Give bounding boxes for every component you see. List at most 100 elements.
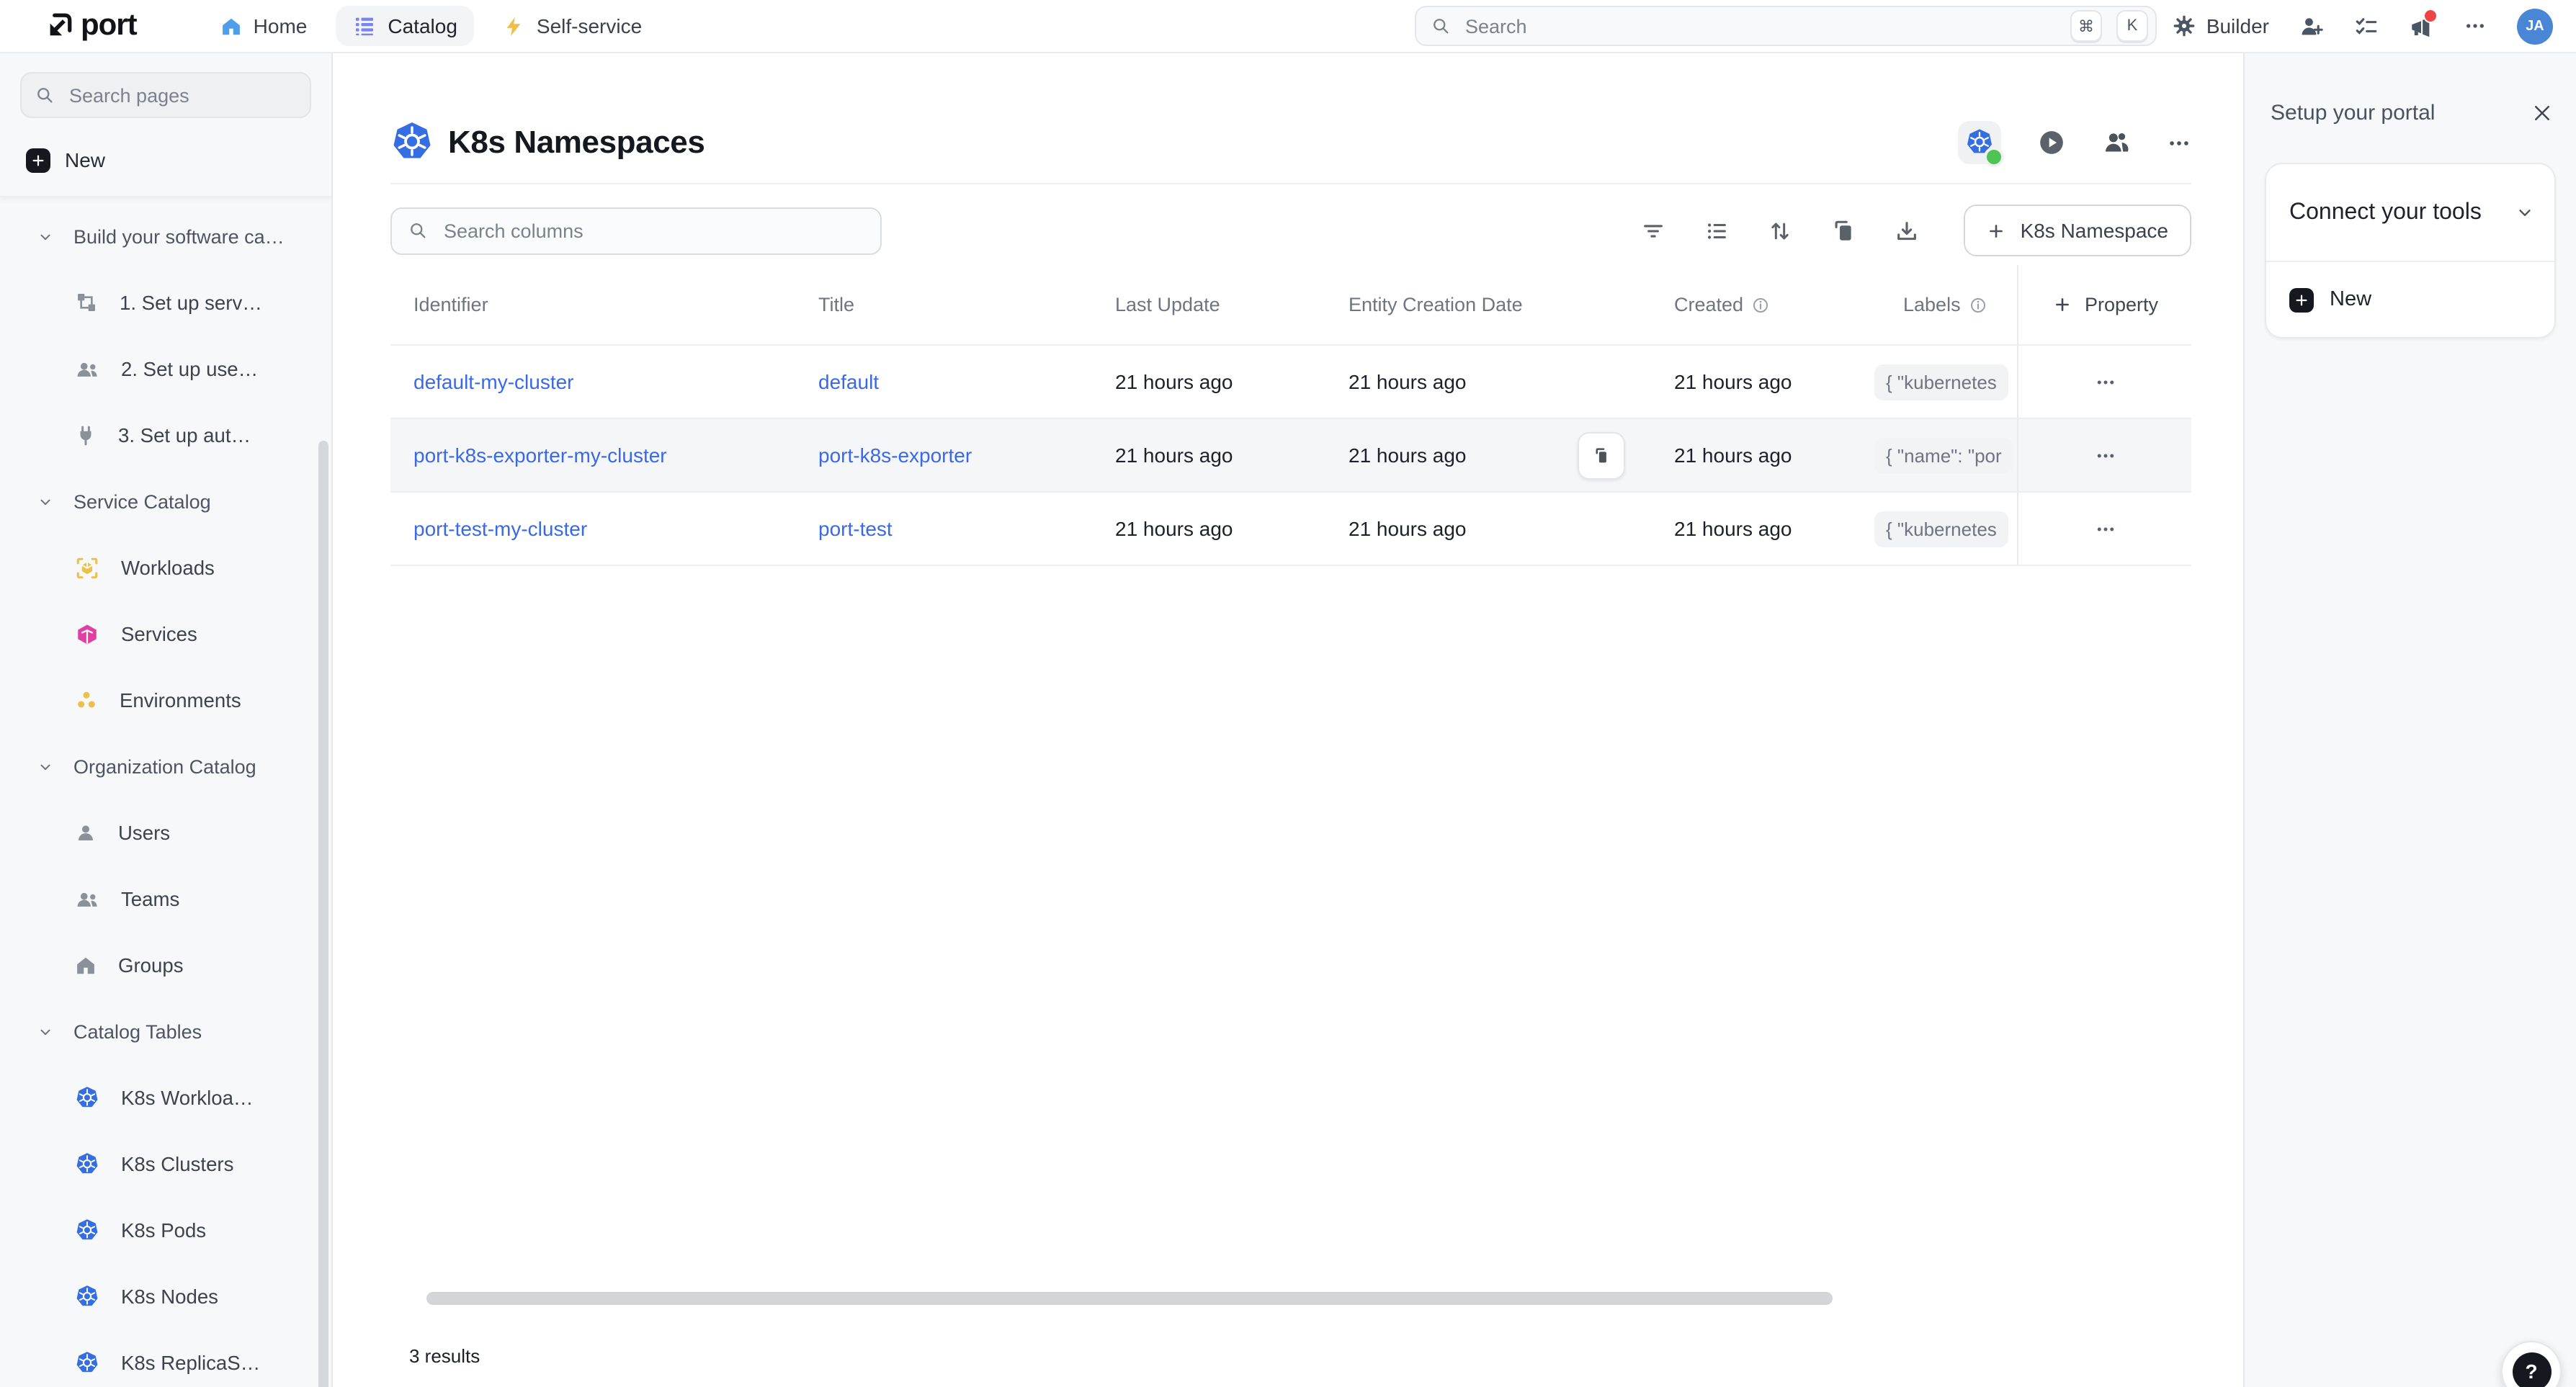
copy-value-button[interactable] [1578,432,1625,480]
chevron-down-icon [37,758,53,774]
house-icon [75,954,97,976]
table-row[interactable]: port-k8s-exporter-my-cluster port-k8s-ex… [390,418,2191,491]
gear-icon [2173,14,2196,37]
port-logo[interactable]: port [43,9,137,43]
notification-dot [2423,8,2438,22]
page-menu-button[interactable] [2167,130,2191,155]
user-avatar[interactable]: JA [2517,8,2553,44]
invite-user-button[interactable] [2299,14,2324,38]
sidebar-new-button[interactable]: New [20,138,311,181]
labels-badge[interactable]: { "kubernetes [1874,511,2008,547]
sidebar-item-set-up-service-catalog[interactable]: 1. Set up serv… [0,269,331,336]
column-header-title[interactable]: Title [818,265,1115,344]
top-navbar: port Home Catalog [0,0,2576,53]
panel-new-label: New [2330,288,2371,311]
row-menu-button[interactable] [2085,362,2124,401]
identifier-link[interactable]: port-k8s-exporter-my-cluster [413,444,667,467]
sidebar-item-k8s-clusters[interactable]: K8s Clusters [0,1131,331,1197]
identifier-link[interactable]: port-test-my-cluster [413,517,587,540]
sidebar-group-service-catalog[interactable]: Service Catalog [0,468,331,534]
filter-button[interactable] [1642,218,1666,243]
tasks-button[interactable] [2354,14,2379,38]
sidebar-group-organization-catalog[interactable]: Organization Catalog [0,733,331,799]
table-row[interactable]: port-test-my-cluster port-test 21 hours … [390,491,2191,566]
tab-catalog[interactable]: Catalog [336,6,475,46]
kubernetes-icon [75,1085,99,1110]
tab-self-service[interactable]: Self-service [486,6,659,46]
sidebar-item-workloads[interactable]: Workloads [0,534,331,601]
kubernetes-icon [75,1218,99,1242]
sidebar-item-k8s-nodes[interactable]: K8s Nodes [0,1263,331,1329]
title-link[interactable]: default [818,370,879,393]
global-search[interactable]: ⌘ K [1415,6,2157,46]
sidebar-scrollbar[interactable] [318,441,328,1387]
sidebar-item-k8s-replicasets[interactable]: K8s ReplicaS… [0,1329,331,1387]
sidebar-item-set-up-automations[interactable]: 3. Set up aut… [0,402,331,468]
sidebar: New Build your software catal… 1. Set up… [0,52,333,1387]
table-row[interactable]: default-my-cluster default 21 hours ago … [390,344,2191,418]
chevron-down-icon [37,1023,53,1039]
sidebar-item-environments[interactable]: Environments [0,667,331,733]
plus-icon [26,148,50,172]
sidebar-item-label: 2. Set up use… [121,358,258,380]
lightning-icon [504,15,525,37]
sidebar-item-k8s-workloads[interactable]: K8s Workloa… [0,1064,331,1131]
connect-your-tools-accordion[interactable]: Connect your tools [2266,164,2554,262]
sidebar-item-groups[interactable]: Groups [0,932,331,998]
add-k8s-namespace-button[interactable]: K8s Namespace [1964,205,2191,256]
home-icon [220,15,242,37]
search-columns-input[interactable] [441,218,864,243]
plus-icon [2289,287,2314,312]
labels-badge[interactable]: { "kubernetes [1874,364,2008,400]
announcements-button[interactable] [2409,14,2433,38]
sidebar-item-set-up-users[interactable]: 2. Set up use… [0,336,331,402]
sort-button[interactable] [1768,218,1793,243]
divider [390,183,2191,184]
sidebar-search[interactable] [20,72,311,118]
copy-view-button[interactable] [1832,218,1856,243]
sidebar-group-build-your-software-catalog[interactable]: Build your software catal… [0,203,331,269]
sidebar-item-teams[interactable]: Teams [0,866,331,932]
ellipsis-icon [2464,14,2487,37]
column-header-identifier[interactable]: Identifier [390,265,818,344]
global-search-input[interactable] [1462,14,2056,38]
title-link[interactable]: port-test [818,517,893,540]
horizontal-scrollbar[interactable] [426,1292,1833,1305]
play-button[interactable] [2037,128,2066,157]
sidebar-search-input[interactable] [66,83,297,107]
audience-button[interactable] [2102,128,2131,157]
tab-home[interactable]: Home [203,6,325,46]
column-header-last-update[interactable]: Last Update [1115,265,1344,344]
row-menu-button[interactable] [2085,436,2124,475]
title-link[interactable]: port-k8s-exporter [818,444,972,467]
sidebar-item-k8s-pods[interactable]: K8s Pods [0,1197,331,1263]
labels-badge[interactable]: { "name": "por [1874,437,2013,473]
sidebar-group-catalog-tables[interactable]: Catalog Tables [0,998,331,1064]
question-mark-icon: ? [2512,1352,2551,1387]
sidebar-item-services[interactable]: Services [0,601,331,667]
row-menu-button[interactable] [2085,509,2124,548]
builder-label: Builder [2206,14,2269,37]
sidebar-item-label: Groups [118,954,184,976]
download-button[interactable] [1895,218,1920,243]
identifier-link[interactable]: default-my-cluster [413,370,574,393]
panel-new-button[interactable]: New [2266,262,2554,337]
more-menu-button[interactable] [2464,14,2487,37]
builder-button[interactable]: Builder [2173,14,2269,37]
group-by-button[interactable] [1705,218,1730,243]
column-header-labels[interactable]: Labels [1874,265,2017,344]
sidebar-item-users[interactable]: Users [0,799,331,866]
sidebar-item-label: K8s ReplicaS… [121,1352,260,1373]
blueprint-badge-button[interactable] [1958,121,2001,164]
search-columns[interactable] [390,207,882,254]
add-property-button[interactable]: Property [2017,265,2191,344]
person-add-icon [2299,14,2324,38]
close-panel-button[interactable] [2531,102,2553,124]
search-icon [35,85,55,105]
column-header-created[interactable]: Created [1665,265,1874,344]
table-toolbar: K8s Namespace [390,205,2191,256]
catalog-icon [353,14,376,37]
column-header-entity-creation-date[interactable]: Entity Creation Date [1344,265,1665,344]
add-button-label: K8s Namespace [2021,219,2168,242]
main-content: K8s Namespaces [331,52,2245,1387]
